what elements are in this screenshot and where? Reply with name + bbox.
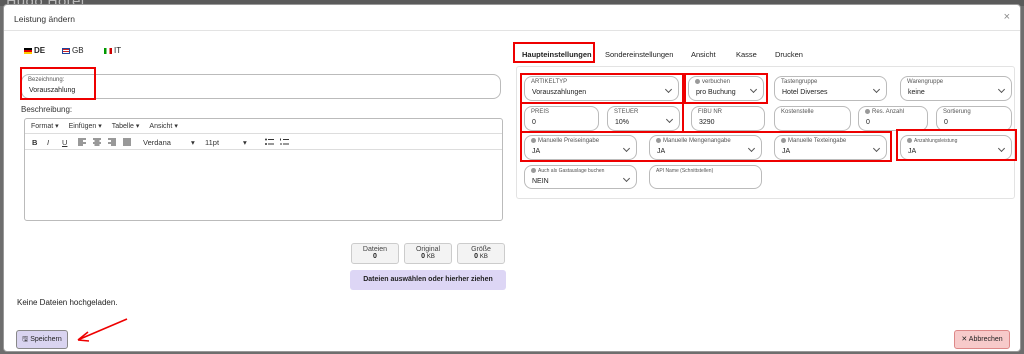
align-left-icon[interactable] [78,138,86,146]
flag-de-icon [24,47,32,54]
italic-button[interactable]: I [47,138,49,147]
help-icon [656,138,661,143]
save-icon: 🖫 [22,336,29,343]
files-count-box: Dateien 0 [351,243,399,264]
modal-header: Leistung ändern × [4,5,1020,31]
font-size-select[interactable]: 11pt ▾ [205,138,250,147]
cancel-button[interactable]: ✕ Abbrechen [954,330,1010,349]
numbered-list-icon[interactable] [280,138,289,146]
artikeltyp-select[interactable]: ARTIKELTYP Vorauszahlungen [524,76,679,101]
menu-ansicht[interactable]: Ansicht ▾ [149,122,177,130]
bezeichnung-value: Vorauszahlung [29,87,76,94]
editor-menubar: Format ▾ Einfügen ▾ Tabelle ▾ Ansicht ▾ [25,119,502,134]
chevron-down-icon [997,144,1006,153]
save-button[interactable]: 🖫 Speichern [16,330,68,349]
tab-ansicht[interactable]: Ansicht [691,50,716,59]
flag-it-icon [104,47,112,54]
help-icon [531,168,536,174]
warengruppe-select[interactable]: Warengruppe keine [900,76,1012,101]
gastauslage-select[interactable]: Auch als Gastauslage buchen NEIN [524,165,637,189]
align-center-icon[interactable] [93,138,101,146]
help-icon [695,79,700,84]
flag-gb-icon [62,47,70,54]
edit-service-modal: Leistung ändern × DE GB IT Bezeichnung: … [3,4,1021,352]
chevron-down-icon [997,85,1006,94]
close-icon: ✕ [961,336,968,343]
chevron-down-icon [872,144,881,153]
files-size-box: Größe 0 KB [457,243,505,264]
close-icon[interactable]: × [1004,11,1010,23]
tab-sondereinstellungen[interactable]: Sondereinstellungen [605,50,673,59]
fibu-input[interactable]: FIBU NR 3290 [691,106,765,131]
beschreibung-label: Beschreibung: [21,105,73,114]
chevron-down-icon [872,85,881,94]
verbuchen-select[interactable]: verbuchen pro Buchung [688,76,764,101]
tab-haupteinstellungen[interactable]: Haupteinstellungen [522,50,592,59]
tab-lang-gb[interactable]: GB [62,46,84,55]
tab-kasse[interactable]: Kasse [736,50,757,59]
preis-input[interactable]: PREIS 0 [524,106,599,131]
bold-button[interactable]: B [32,138,37,147]
chevron-down-icon [622,174,631,183]
bezeichnung-field[interactable]: Bezeichnung: Vorauszahlung [21,74,501,99]
help-icon [865,109,870,114]
mengenangabe-select[interactable]: Manuelle Mengenangabe JA [649,135,762,160]
font-family-select[interactable]: Verdana ▾ [143,138,198,147]
sortierung-input[interactable]: Sortierung 0 [936,106,1012,131]
chevron-down-icon [747,144,756,153]
file-upload-dropzone[interactable]: Dateien auswählen oder hierher ziehen [350,270,506,290]
tastengruppe-select[interactable]: Tastengruppe Hotel Diverses [774,76,887,101]
chevron-down-icon [665,115,674,124]
bullet-list-icon[interactable] [265,138,274,146]
chevron-down-icon [664,85,673,94]
menu-format[interactable]: Format ▾ [31,122,59,130]
chevron-down-icon [622,144,631,153]
res-anzahl-input[interactable]: Res. Anzahl 0 [858,106,928,131]
help-icon [531,138,536,143]
api-name-input[interactable]: API Name (Schnittstellen) [649,165,762,189]
help-icon [781,138,786,143]
no-files-text: Keine Dateien hochgeladen. [17,298,118,307]
kostenstelle-input[interactable]: Kostenstelle [774,106,851,131]
annotation-arrow [77,318,128,342]
underline-button[interactable]: U [62,138,67,147]
steuer-select[interactable]: STEUER 10% [607,106,680,131]
editor-toolbar: B I U Verdana ▾ 11pt ▾ [25,134,502,150]
preiseingabe-select[interactable]: Manuelle Preiseingabe JA [524,135,637,160]
texteingabe-select[interactable]: Manuelle Texteingabe JA [774,135,887,160]
files-original-box: Original 0 KB [404,243,452,264]
menu-tabelle[interactable]: Tabelle ▾ [112,122,140,130]
chevron-down-icon [749,85,758,94]
bezeichnung-label: Bezeichnung: [28,77,65,83]
help-icon [907,138,912,144]
tab-drucken[interactable]: Drucken [775,50,803,59]
align-right-icon[interactable] [108,138,116,146]
description-editor[interactable]: Format ▾ Einfügen ▾ Tabelle ▾ Ansicht ▾ … [24,118,503,221]
tab-lang-it[interactable]: IT [104,46,121,55]
anzahlung-select[interactable]: Anzahlungsleistung JA [900,135,1012,160]
tab-lang-de[interactable]: DE [24,46,45,55]
align-justify-icon[interactable] [123,138,131,146]
menu-einfuegen[interactable]: Einfügen ▾ [69,122,102,130]
modal-title: Leistung ändern [14,14,75,24]
